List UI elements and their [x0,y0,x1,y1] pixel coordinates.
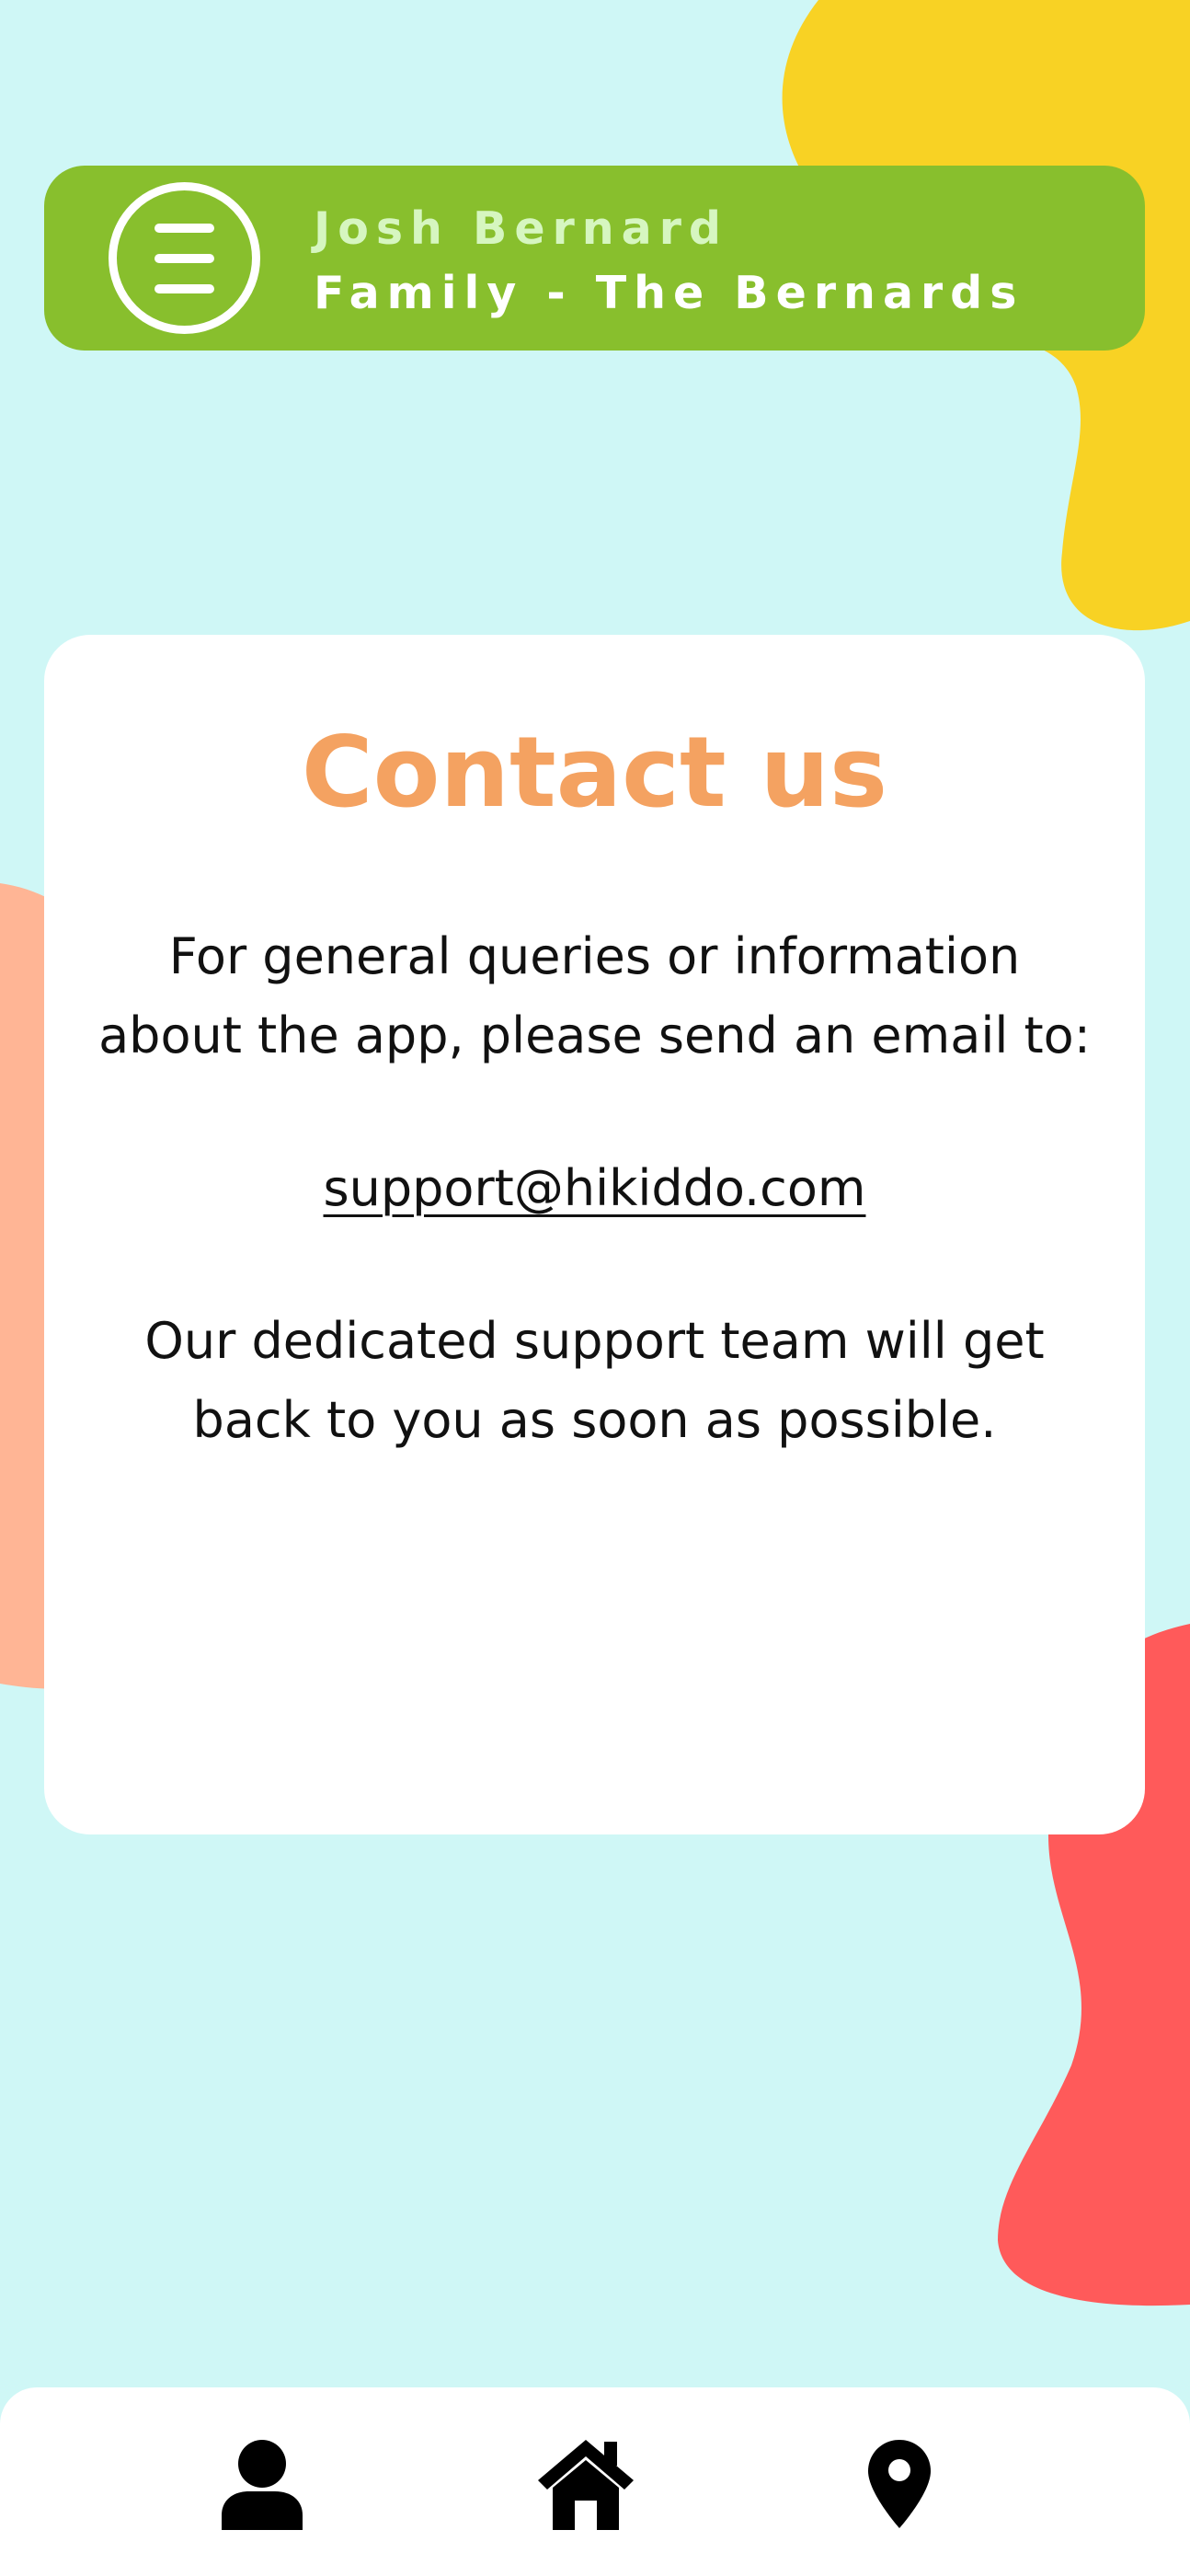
user-name: Josh Bernard [314,202,728,255]
email-row: support@hikiddo.com [44,1149,1145,1228]
family-name: Family - The Bernards [314,267,1024,319]
home-icon [538,2440,634,2530]
hamburger-menu-icon[interactable] [109,182,260,334]
menu-line-top [154,224,214,233]
location-pin-icon [868,2440,931,2528]
bottom-navigation-bar [0,2387,1190,2576]
outro-text-line-2: back to you as soon as possible. [192,1391,997,1449]
intro-text-line-1: For general queries or information [168,927,1021,985]
profile-info: Josh Bernard Family - The Bernards [314,197,1024,326]
nav-location-button[interactable] [844,2433,955,2535]
intro-text-line-2: about the app, please send an email to: [98,1006,1091,1064]
outro-text-line-1: Our dedicated support team will get [144,1312,1045,1370]
menu-line-bottom [154,284,214,293]
menu-line-middle [154,254,214,263]
profile-header-bar: Josh Bernard Family - The Bernards [44,166,1145,351]
page-title: Contact us [301,716,888,829]
nav-profile-button[interactable] [207,2433,317,2535]
person-icon [222,2440,303,2530]
support-email-link[interactable]: support@hikiddo.com [324,1159,866,1217]
contact-card: Contact us For general queries or inform… [44,635,1145,1834]
nav-home-button[interactable] [531,2433,641,2535]
